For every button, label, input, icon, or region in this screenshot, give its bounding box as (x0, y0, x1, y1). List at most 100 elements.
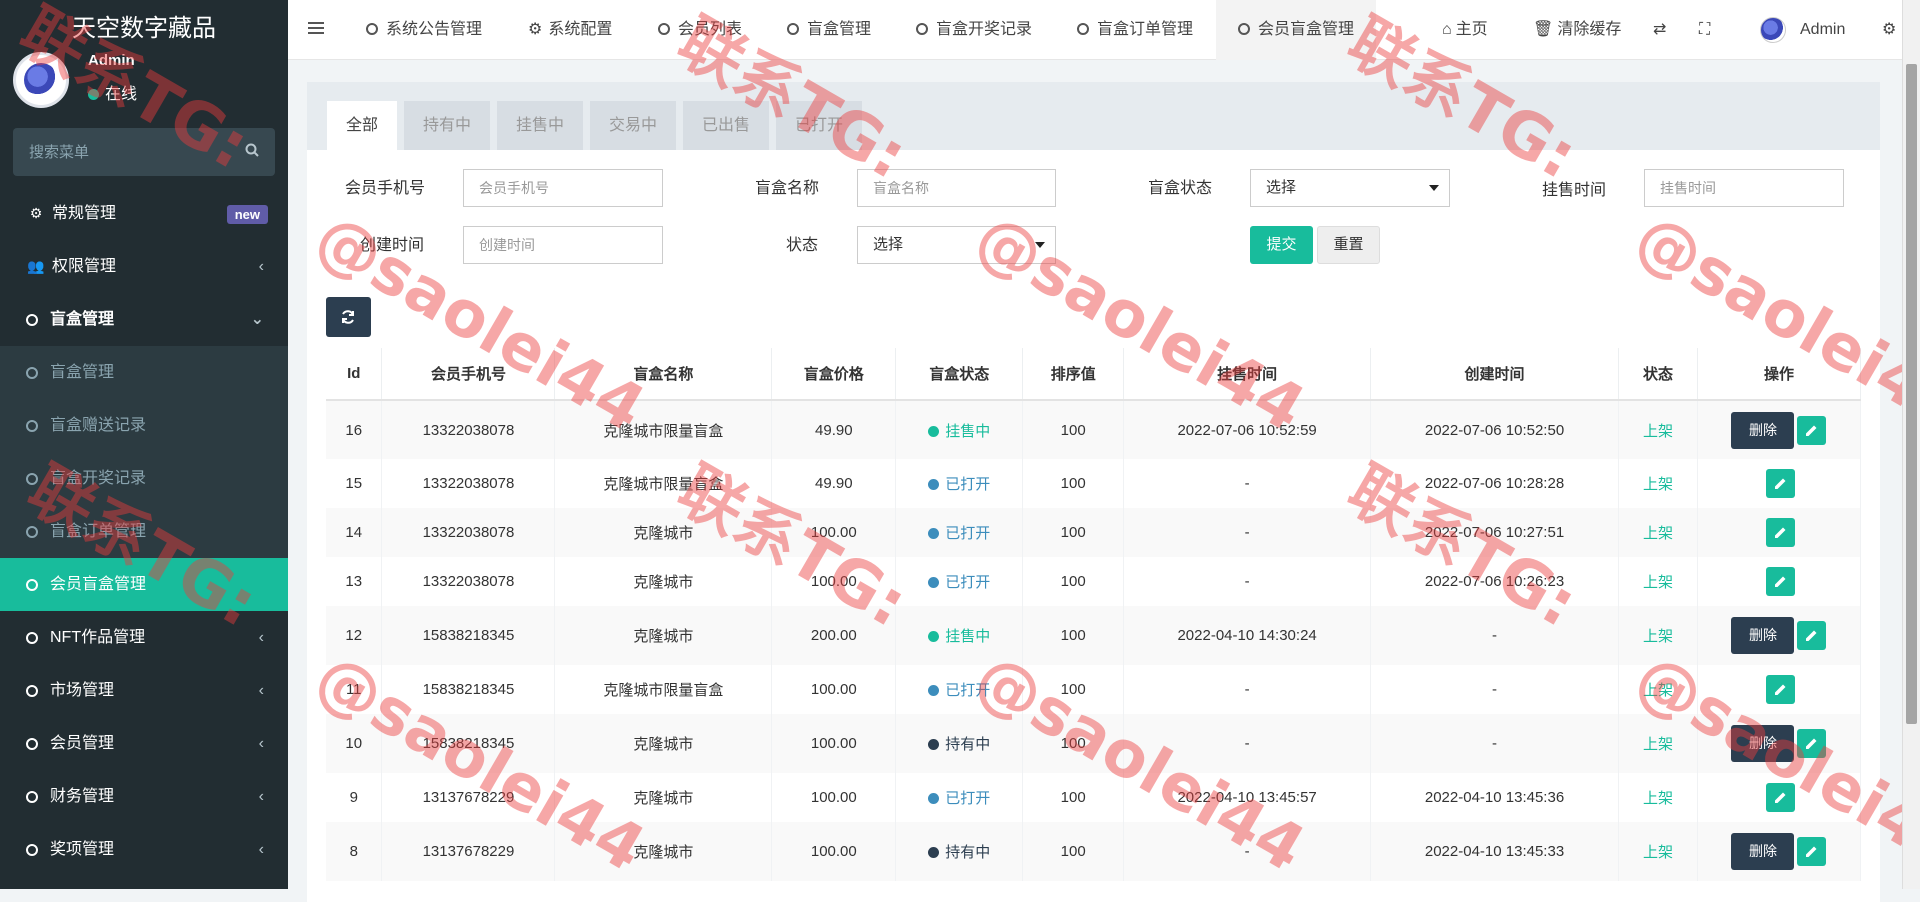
avatar (13, 52, 69, 108)
cell-sell-time: 2022-04-10 13:45:57 (1123, 773, 1372, 822)
status-toggle-link[interactable]: 上架 (1643, 423, 1673, 440)
tab-member-list[interactable]: 会员列表 (658, 0, 742, 60)
status-toggle-link[interactable]: 上架 (1643, 525, 1673, 542)
status-toggle-link[interactable]: 上架 (1643, 736, 1673, 753)
col-id[interactable]: Id (326, 348, 383, 401)
box-status-select[interactable]: 选择 (1250, 169, 1450, 207)
sell-time-input[interactable]: 挂售时间 (1644, 169, 1844, 207)
tab-holding[interactable]: 持有中 (404, 101, 490, 150)
edit-button[interactable] (1765, 567, 1795, 596)
cell-status[interactable]: 上架 (1618, 459, 1698, 508)
search-icon[interactable] (245, 143, 259, 157)
col-box-status[interactable]: 盲盒状态 (895, 348, 1024, 401)
admin-menu[interactable]: Admin (1760, 0, 1845, 60)
fullscreen-icon[interactable]: ⛶ (1699, 0, 1710, 60)
col-price[interactable]: 盲盒价格 (771, 348, 897, 401)
status-toggle-link[interactable]: 上架 (1643, 628, 1673, 645)
tab-all[interactable]: 全部 (327, 101, 397, 150)
language-icon[interactable]: ⇄ (1653, 0, 1666, 60)
clear-cache-button[interactable]: 🗑 清除缓存 (1533, 0, 1621, 60)
status-dot-icon (928, 793, 940, 804)
col-status[interactable]: 状态 (1618, 348, 1698, 401)
hamburger-menu-icon[interactable] (308, 0, 324, 60)
tab-on-sale[interactable]: 挂售中 (497, 101, 583, 150)
cell-status[interactable]: 上架 (1618, 508, 1698, 557)
tab-system-config[interactable]: ⚙ 系统配置 (528, 0, 612, 60)
status-toggle-link[interactable]: 上架 (1643, 476, 1673, 493)
status-toggle-link[interactable]: 上架 (1643, 790, 1673, 807)
edit-button[interactable] (1765, 675, 1795, 704)
sidebar-subitem-blindbox-manage[interactable]: 盲盒管理 (0, 346, 288, 399)
cell-sort: 100 (1022, 459, 1125, 508)
col-box-name[interactable]: 盲盒名称 (554, 348, 773, 401)
sidebar-item-blindbox[interactable]: 盲盒管理 ⌄ (0, 293, 288, 346)
sidebar-subitem-order-manage[interactable]: 盲盒订单管理 (0, 505, 288, 558)
tab-blindbox-manage[interactable]: 盲盒管理 (787, 0, 871, 60)
tab-order-manage[interactable]: 盲盒订单管理 (1077, 0, 1193, 60)
create-time-input[interactable]: 创建时间 (463, 226, 663, 264)
delete-button[interactable]: 删除 (1731, 833, 1795, 870)
refresh-button[interactable] (326, 297, 371, 337)
cell-status[interactable]: 上架 (1618, 400, 1698, 459)
edit-button[interactable] (1797, 729, 1827, 758)
sidebar-item-general[interactable]: ⚙ 常规管理 new (0, 187, 288, 240)
cell-box-name: 克隆城市 (554, 822, 773, 881)
col-sell-time[interactable]: 挂售时间 (1123, 348, 1372, 401)
tab-sold[interactable]: 已出售 (683, 101, 769, 150)
cell-sort: 100 (1022, 508, 1125, 557)
caret-down-icon (1035, 242, 1045, 248)
edit-button[interactable] (1797, 621, 1827, 650)
cell-id: 9 (326, 773, 383, 822)
pencil-icon (1774, 576, 1786, 587)
circle-icon (26, 684, 38, 697)
sidebar-subitem-draw-records[interactable]: 盲盒开奖记录 (0, 452, 288, 505)
edit-button[interactable] (1797, 415, 1827, 445)
sidebar-item-market[interactable]: 市场管理 ‹ (0, 664, 288, 717)
tab-member-blindbox[interactable]: 会员盲盒管理 (1216, 0, 1377, 60)
sidebar-item-awards[interactable]: 奖项管理 ‹ (0, 823, 288, 876)
reset-button[interactable]: 重置 (1317, 226, 1380, 264)
status-toggle-link[interactable]: 上架 (1643, 844, 1673, 861)
tab-draw-records[interactable]: 盲盒开奖记录 (916, 0, 1032, 60)
box-name-input[interactable]: 盲盒名称 (857, 169, 1056, 207)
sidebar-subitem-gift-records[interactable]: 盲盒赠送记录 (0, 399, 288, 452)
sidebar-item-nft[interactable]: NFT作品管理 ‹ (0, 611, 288, 664)
page-scrollbar[interactable] (1902, 0, 1920, 889)
cell-status[interactable]: 上架 (1618, 714, 1698, 773)
settings-gear-icon[interactable]: ⚙ (1882, 0, 1896, 60)
sidebar-item-members[interactable]: 会员管理 ‹ (0, 717, 288, 770)
sidebar-item-finance[interactable]: 财务管理 ‹ (0, 770, 288, 823)
tab-system-notice[interactable]: 系统公告管理 (366, 0, 482, 60)
scrollbar-thumb[interactable] (1906, 64, 1917, 724)
cell-box-name: 克隆城市 (554, 714, 773, 773)
delete-button[interactable]: 删除 (1731, 725, 1795, 762)
col-create-time[interactable]: 创建时间 (1370, 348, 1619, 401)
delete-button[interactable]: 删除 (1731, 617, 1795, 654)
menu-search-input[interactable] (13, 128, 233, 176)
status-select[interactable]: 选择 (857, 226, 1056, 264)
cell-status[interactable]: 上架 (1618, 822, 1698, 881)
status-toggle-link[interactable]: 上架 (1643, 682, 1673, 699)
menu-search[interactable] (13, 128, 275, 176)
tab-opened[interactable]: 已打开 (776, 101, 862, 150)
cell-sell-time: - (1123, 459, 1372, 508)
cell-create-time: 2022-07-06 10:27:51 (1370, 508, 1619, 557)
sidebar-subitem-member-blindbox[interactable]: 会员盲盒管理 (0, 558, 288, 611)
cell-status[interactable]: 上架 (1618, 557, 1698, 606)
cell-status[interactable]: 上架 (1618, 773, 1698, 822)
phone-input[interactable]: 会员手机号 (463, 169, 663, 207)
edit-button[interactable] (1765, 783, 1795, 812)
status-toggle-link[interactable]: 上架 (1643, 574, 1673, 591)
col-phone[interactable]: 会员手机号 (381, 348, 556, 401)
home-link[interactable]: ⌂ 主页 (1442, 0, 1488, 60)
col-sort[interactable]: 排序值 (1022, 348, 1125, 401)
sidebar-item-permissions[interactable]: 👥 权限管理 ‹ (0, 240, 288, 293)
cell-status[interactable]: 上架 (1618, 665, 1698, 714)
cell-status[interactable]: 上架 (1618, 606, 1698, 665)
edit-button[interactable] (1765, 469, 1795, 498)
submit-button[interactable]: 提交 (1250, 226, 1313, 264)
edit-button[interactable] (1797, 837, 1827, 866)
edit-button[interactable] (1765, 518, 1795, 547)
tab-trading[interactable]: 交易中 (590, 101, 676, 150)
delete-button[interactable]: 删除 (1731, 411, 1795, 449)
